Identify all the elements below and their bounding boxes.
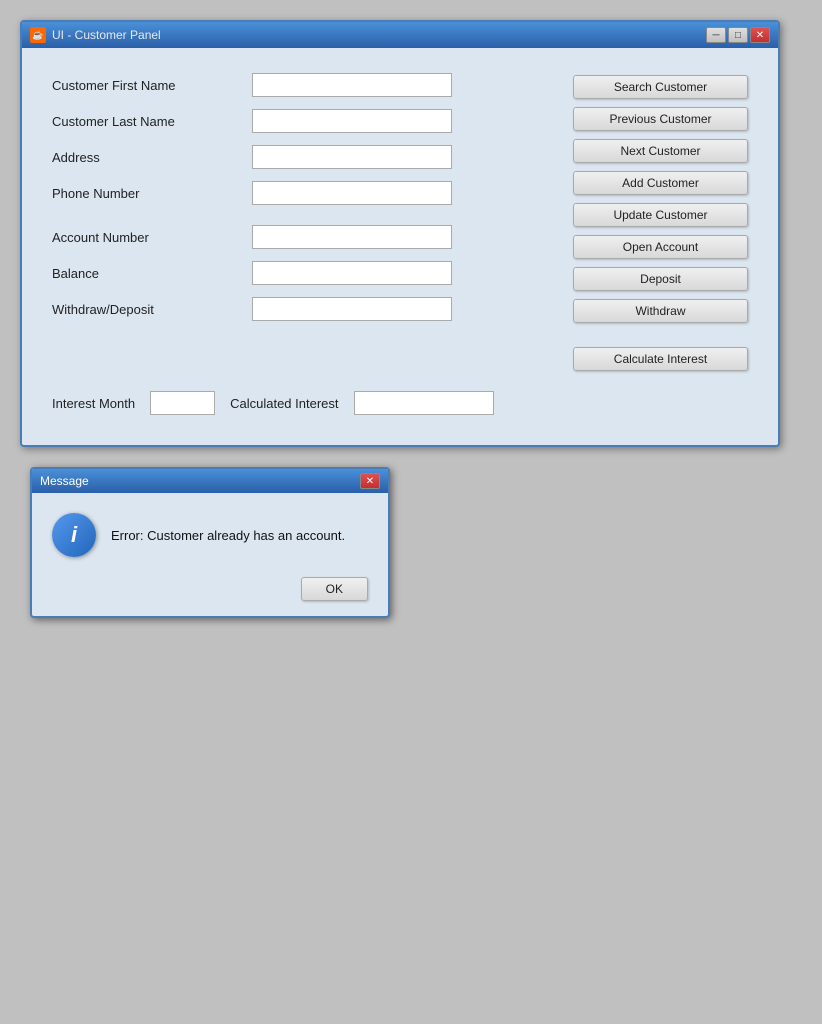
dialog-title: Message <box>40 474 89 488</box>
main-title-bar: ☕ UI - Customer Panel ─ □ ✕ <box>22 22 778 48</box>
deposit-button[interactable]: Deposit <box>573 267 748 291</box>
calculated-interest-label: Calculated Interest <box>230 396 338 411</box>
info-icon: i <box>52 513 96 557</box>
close-button[interactable]: ✕ <box>750 27 770 43</box>
minimize-button[interactable]: ─ <box>706 27 726 43</box>
dialog-controls: ✕ <box>360 473 380 489</box>
first-name-input[interactable] <box>252 73 452 97</box>
buttons-section: Search Customer Previous Customer Next C… <box>573 73 748 371</box>
form-section: Customer First Name Customer Last Name A… <box>52 73 553 371</box>
maximize-button[interactable]: □ <box>728 27 748 43</box>
dialog-footer: OK <box>52 577 368 601</box>
address-label: Address <box>52 150 252 165</box>
search-customer-button[interactable]: Search Customer <box>573 75 748 99</box>
interest-month-label: Interest Month <box>52 396 135 411</box>
withdraw-deposit-label: Withdraw/Deposit <box>52 302 252 317</box>
last-name-input[interactable] <box>252 109 452 133</box>
title-controls: ─ □ ✕ <box>706 27 770 43</box>
account-number-row: Account Number <box>52 225 553 249</box>
ok-button[interactable]: OK <box>301 577 368 601</box>
previous-customer-button[interactable]: Previous Customer <box>573 107 748 131</box>
dialog-content: i Error: Customer already has an account… <box>32 493 388 616</box>
phone-row: Phone Number <box>52 181 553 205</box>
first-name-label: Customer First Name <box>52 78 252 93</box>
open-account-button[interactable]: Open Account <box>573 235 748 259</box>
withdraw-deposit-row: Withdraw/Deposit <box>52 297 553 321</box>
balance-input[interactable] <box>252 261 452 285</box>
dialog-close-button[interactable]: ✕ <box>360 473 380 489</box>
phone-label: Phone Number <box>52 186 252 201</box>
last-name-label: Customer Last Name <box>52 114 252 129</box>
interest-month-input[interactable] <box>150 391 215 415</box>
add-customer-button[interactable]: Add Customer <box>573 171 748 195</box>
account-number-input[interactable] <box>252 225 452 249</box>
main-window-title: UI - Customer Panel <box>52 28 161 42</box>
balance-row: Balance <box>52 261 553 285</box>
calculated-interest-input[interactable] <box>354 391 494 415</box>
title-bar-left: ☕ UI - Customer Panel <box>30 27 161 43</box>
balance-label: Balance <box>52 266 252 281</box>
phone-input[interactable] <box>252 181 452 205</box>
first-name-row: Customer First Name <box>52 73 553 97</box>
message-dialog: Message ✕ i Error: Customer already has … <box>30 467 390 618</box>
withdraw-button[interactable]: Withdraw <box>573 299 748 323</box>
java-icon: ☕ <box>30 27 46 43</box>
dialog-title-bar: Message ✕ <box>32 469 388 493</box>
calculate-interest-button[interactable]: Calculate Interest <box>573 347 748 371</box>
address-row: Address <box>52 145 553 169</box>
account-number-label: Account Number <box>52 230 252 245</box>
main-window: ☕ UI - Customer Panel ─ □ ✕ Customer Fir… <box>20 20 780 447</box>
withdraw-deposit-input[interactable] <box>252 297 452 321</box>
dialog-body: i Error: Customer already has an account… <box>52 513 368 557</box>
bottom-row: Interest Month Calculated Interest <box>52 391 748 415</box>
last-name-row: Customer Last Name <box>52 109 553 133</box>
next-customer-button[interactable]: Next Customer <box>573 139 748 163</box>
address-input[interactable] <box>252 145 452 169</box>
window-content: Customer First Name Customer Last Name A… <box>22 48 778 445</box>
dialog-message: Error: Customer already has an account. <box>111 528 345 543</box>
update-customer-button[interactable]: Update Customer <box>573 203 748 227</box>
